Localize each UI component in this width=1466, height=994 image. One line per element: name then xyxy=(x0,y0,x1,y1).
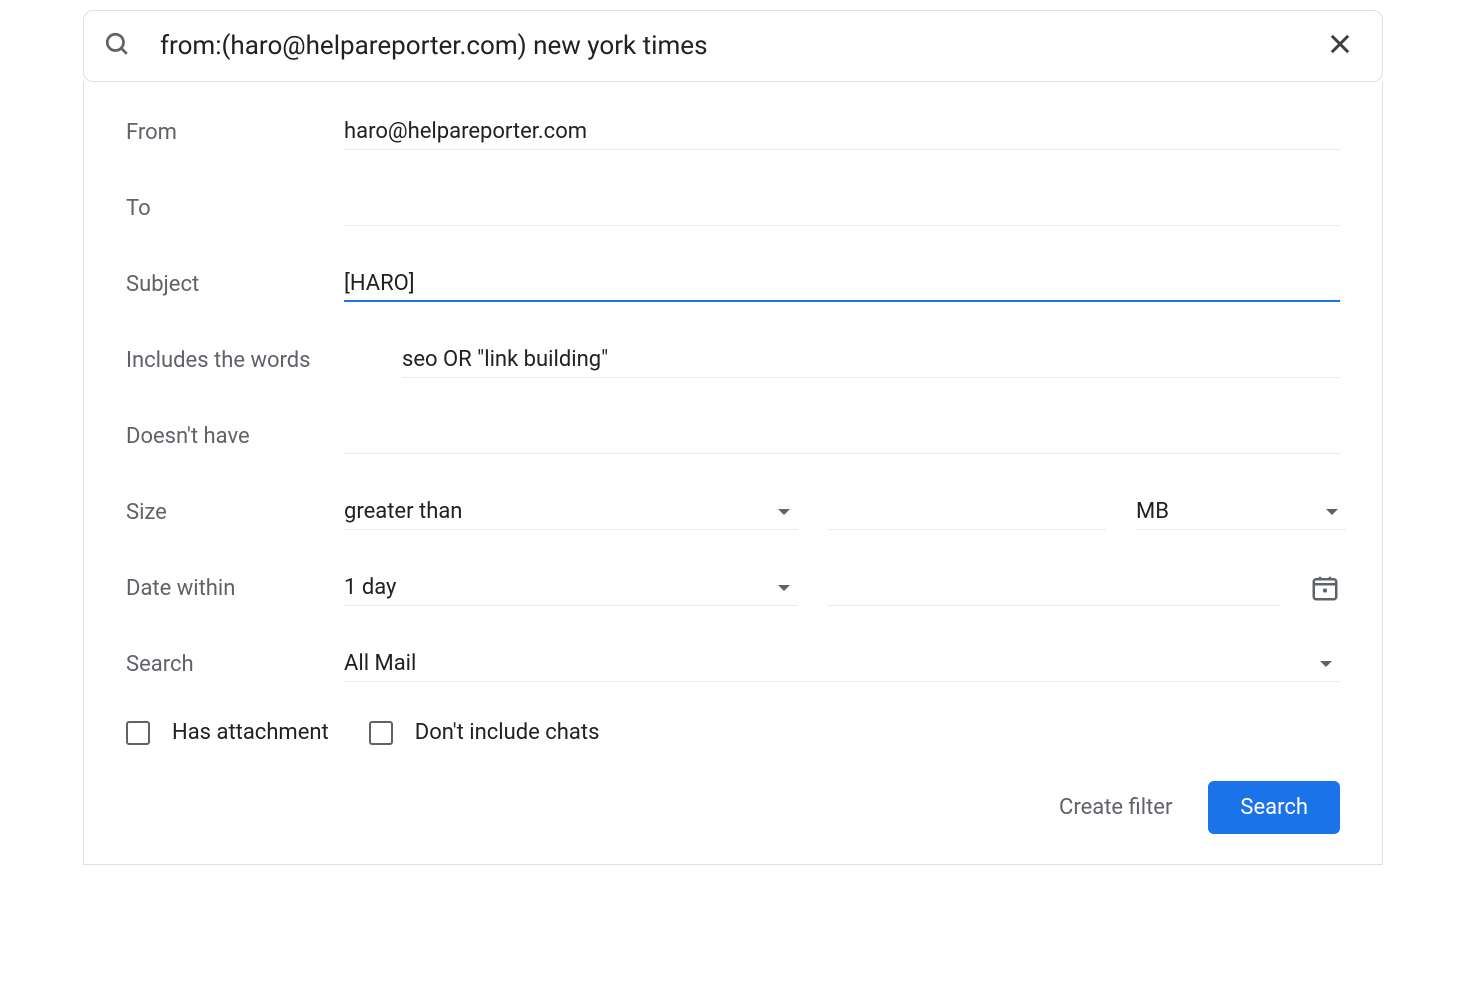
from-label: From xyxy=(126,120,344,145)
size-amount-input[interactable] xyxy=(828,494,1106,530)
chevron-down-icon xyxy=(1320,661,1332,667)
subject-row: Subject xyxy=(126,264,1340,304)
create-filter-button[interactable]: Create filter xyxy=(1059,795,1172,820)
dont-include-chats-item[interactable]: Don't include chats xyxy=(369,720,600,745)
from-row: From xyxy=(126,112,1340,152)
calendar-icon[interactable] xyxy=(1310,573,1340,603)
chevron-down-icon xyxy=(778,509,790,515)
search-input[interactable] xyxy=(160,31,1318,61)
has-attachment-label: Has attachment xyxy=(172,720,329,745)
doesnt-have-input[interactable] xyxy=(344,418,1340,454)
date-label: Date within xyxy=(126,576,344,601)
size-label: Size xyxy=(126,500,344,525)
search-location-value: All Mail xyxy=(344,651,416,676)
includes-row: Includes the words xyxy=(126,340,1340,380)
size-operator-select[interactable]: greater than xyxy=(344,494,798,530)
search-location-label: Search xyxy=(126,652,344,677)
search-icon xyxy=(104,31,130,61)
button-row: Create filter Search xyxy=(126,781,1340,834)
doesnt-have-label: Doesn't have xyxy=(126,424,344,449)
from-input[interactable] xyxy=(344,114,1340,150)
size-row: Size greater than MB xyxy=(126,492,1340,532)
close-icon[interactable] xyxy=(1318,30,1362,62)
doesnt-have-row: Doesn't have xyxy=(126,416,1340,456)
includes-label: Includes the words xyxy=(126,348,402,373)
date-row: Date within 1 day xyxy=(126,568,1340,608)
date-range-select[interactable]: 1 day xyxy=(344,570,798,606)
dont-include-chats-checkbox[interactable] xyxy=(369,721,393,745)
search-button[interactable]: Search xyxy=(1208,781,1340,834)
chevron-down-icon xyxy=(1326,509,1338,515)
checkbox-row: Has attachment Don't include chats xyxy=(126,720,1340,745)
dont-include-chats-label: Don't include chats xyxy=(415,720,600,745)
to-row: To xyxy=(126,188,1340,228)
chevron-down-icon xyxy=(778,585,790,591)
search-location-select[interactable]: All Mail xyxy=(344,646,1340,682)
size-operator-value: greater than xyxy=(344,499,462,524)
advanced-search-panel: From To Subject Includes the words Doesn… xyxy=(83,82,1383,865)
to-input[interactable] xyxy=(344,190,1340,226)
size-unit-select[interactable]: MB xyxy=(1136,494,1346,530)
date-range-value: 1 day xyxy=(344,575,396,600)
has-attachment-item[interactable]: Has attachment xyxy=(126,720,329,745)
search-bar xyxy=(83,10,1383,82)
subject-input[interactable] xyxy=(344,266,1340,302)
size-unit-value: MB xyxy=(1136,499,1169,524)
includes-input[interactable] xyxy=(402,342,1340,378)
to-label: To xyxy=(126,196,344,221)
subject-label: Subject xyxy=(126,272,344,297)
date-input[interactable] xyxy=(828,570,1280,606)
has-attachment-checkbox[interactable] xyxy=(126,721,150,745)
search-location-row: Search All Mail xyxy=(126,644,1340,684)
